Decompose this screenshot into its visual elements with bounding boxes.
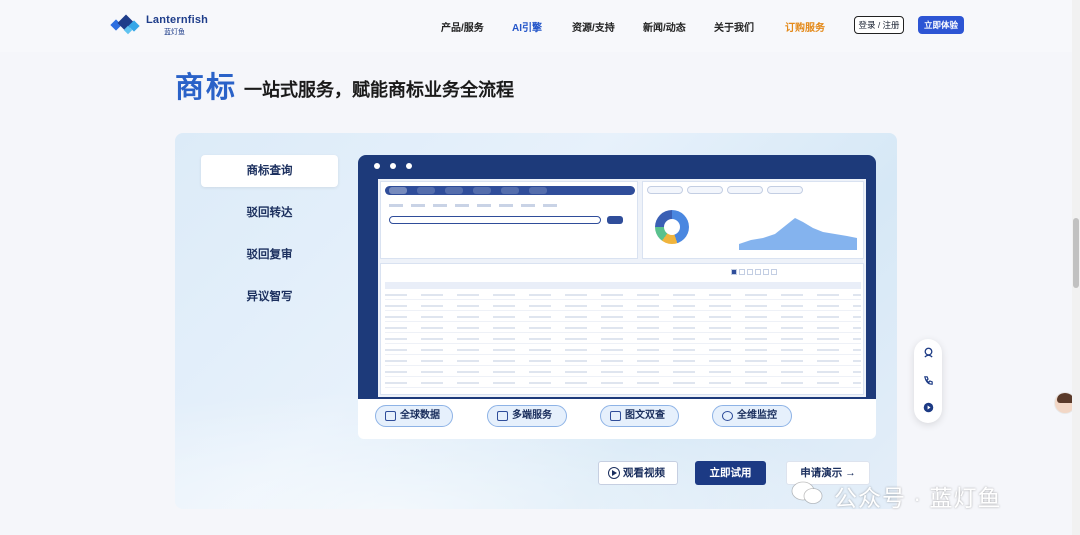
nav-ai-engine[interactable]: AI引擎 — [512, 19, 542, 34]
free-trial-button[interactable]: 立即试用 — [695, 461, 766, 485]
mock-search-tabs — [385, 186, 635, 195]
nav-order-service[interactable]: 订购服务 — [785, 19, 825, 34]
mock-page-number — [755, 269, 761, 275]
mock-table-row — [385, 335, 861, 344]
mock-table-row — [385, 368, 861, 377]
mock-tab-chip — [473, 187, 491, 194]
mock-table-row — [385, 324, 861, 333]
nav-about[interactable]: 关于我们 — [714, 19, 754, 34]
mock-donut-chart — [655, 210, 689, 244]
tab-rejection-notice[interactable]: 驳回转达 — [201, 197, 338, 229]
mock-results-table — [380, 263, 864, 395]
mock-area-chart — [739, 218, 857, 250]
nav-products[interactable]: 产品/服务 — [441, 19, 484, 34]
floating-contact-bar — [914, 339, 942, 423]
mock-quick-link — [687, 186, 723, 194]
mock-quick-link — [647, 186, 683, 194]
feature-pill-bar: 全球数据 多端服务 图文双查 全维监控 — [358, 399, 876, 439]
feature-label: 全维监控 — [737, 410, 777, 421]
feature-label: 多端服务 — [512, 410, 552, 421]
top-navbar: Lanternfish 蓝灯鱼 产品/服务 AI引擎 资源/支持 新闻/动态 关… — [0, 0, 1080, 52]
window-dot — [390, 163, 396, 169]
mock-filter-options — [389, 204, 559, 207]
mock-table-row — [385, 346, 861, 355]
brand-subname: 蓝灯鱼 — [164, 29, 185, 36]
play-icon — [608, 467, 620, 479]
globe-data-icon — [385, 411, 396, 421]
lanternfish-logo-icon — [110, 14, 140, 35]
mock-app-body — [378, 179, 866, 397]
product-screenshot — [358, 155, 876, 399]
feature-label: 全球数据 — [400, 410, 440, 421]
mock-page-number — [763, 269, 769, 275]
wechat-icon — [791, 481, 823, 504]
mock-tab-chip — [529, 187, 547, 194]
customer-service-icon[interactable] — [923, 347, 934, 358]
scrollbar-thumb[interactable] — [1073, 218, 1079, 288]
window-dot — [374, 163, 380, 169]
mock-tab-chip — [417, 187, 435, 194]
phone-icon[interactable] — [923, 375, 934, 386]
mock-quick-link — [767, 186, 803, 194]
nav-news[interactable]: 新闻/动态 — [643, 19, 686, 34]
mock-search-card — [380, 181, 638, 259]
brand-name: Lanternfish — [146, 14, 209, 26]
watch-video-button[interactable]: 观看视频 — [598, 461, 678, 485]
mock-table-row — [385, 313, 861, 322]
feature-global-data[interactable]: 全球数据 — [375, 405, 453, 427]
mock-tab-chip — [389, 187, 407, 194]
feature-panel: 商标查询 驳回转达 驳回复审 异议智写 全球数据 多端服务 图文双查 全维监控 … — [175, 133, 897, 509]
section-subtitle: 一站式服务，赋能商标业务全流程 — [244, 80, 514, 100]
mock-table-row — [385, 302, 861, 311]
feature-multi-device[interactable]: 多端服务 — [487, 405, 567, 427]
mock-table-row — [385, 291, 861, 300]
window-dot — [406, 163, 412, 169]
mock-table-row — [385, 357, 861, 366]
try-now-button[interactable]: 立即体验 — [918, 16, 964, 34]
tab-rejection-review[interactable]: 驳回复审 — [201, 239, 338, 271]
mock-search-icon — [607, 216, 623, 224]
mock-stats-card — [642, 181, 864, 259]
section-title: 商标 — [175, 72, 238, 104]
nav-resources[interactable]: 资源/支持 — [572, 19, 615, 34]
feature-image-text-search[interactable]: 图文双查 — [600, 405, 679, 427]
mock-page-number — [747, 269, 753, 275]
login-register-button[interactable]: 登录 / 注册 — [854, 16, 904, 34]
video-play-icon[interactable] — [923, 402, 934, 413]
image-text-icon — [610, 411, 621, 421]
mock-table-header — [385, 282, 861, 289]
tab-trademark-search[interactable]: 商标查询 — [201, 155, 338, 187]
mock-page-number — [771, 269, 777, 275]
watch-video-label: 观看视频 — [623, 467, 665, 479]
mock-search-input — [389, 216, 601, 224]
tab-opposition-writing[interactable]: 异议智写 — [201, 281, 338, 313]
mock-page-number — [739, 269, 745, 275]
feature-full-monitoring[interactable]: 全维监控 — [712, 405, 792, 427]
mock-page-number — [731, 269, 737, 275]
brand-logo[interactable]: Lanternfish 蓝灯鱼 — [110, 12, 210, 40]
mock-table-row — [385, 379, 861, 388]
multi-device-icon — [497, 411, 508, 421]
watermark-text: 公众号 · 蓝灯鱼 — [834, 485, 1002, 511]
feature-label: 图文双查 — [625, 410, 665, 421]
mock-tab-chip — [445, 187, 463, 194]
mock-quick-link — [727, 186, 763, 194]
monitor-icon — [722, 411, 733, 421]
mock-tab-chip — [501, 187, 519, 194]
